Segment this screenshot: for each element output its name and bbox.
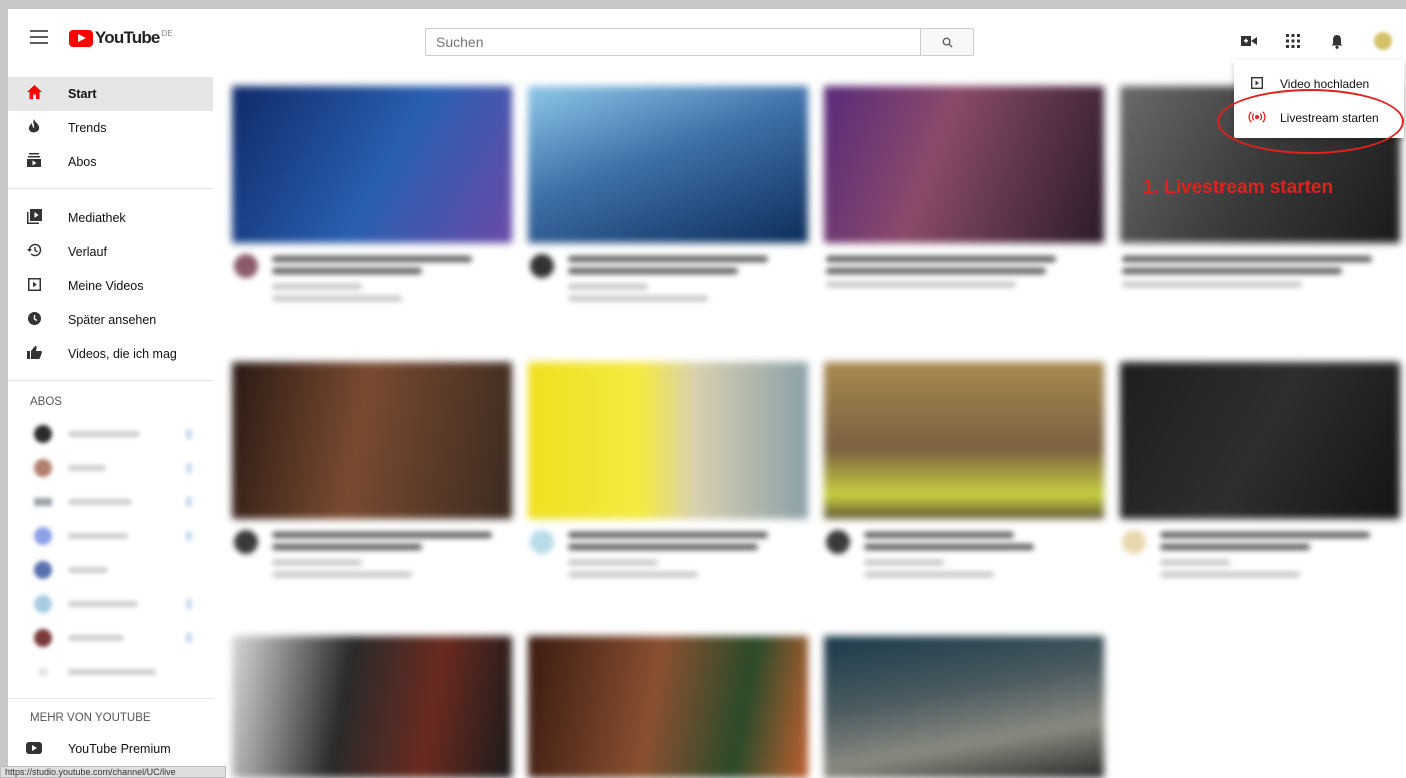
menu-icon[interactable] [30, 30, 48, 44]
video-meta[interactable] [530, 252, 810, 322]
video-thumbnail[interactable] [528, 86, 808, 243]
more-from-youtube-heading: MEHR VON YOUTUBE [30, 712, 151, 724]
history-icon [24, 243, 44, 261]
abos-heading: ABOS [30, 396, 62, 408]
subscription-item[interactable] [28, 457, 208, 479]
sidebar-item-mediathek[interactable]: Mediathek [8, 201, 213, 235]
subscription-item[interactable] [28, 423, 208, 445]
my-videos-icon [24, 277, 44, 295]
search-button[interactable] [920, 28, 974, 56]
logo-text: YouTube [95, 28, 160, 47]
status-bar-url: https://studio.youtube.com/channel/UC/li… [0, 766, 226, 778]
sidebar-divider [8, 380, 213, 381]
sidebar-item-abos[interactable]: Abos [8, 145, 213, 179]
sidebar-item-label: Meine Videos [68, 279, 144, 293]
upload-video-icon [1248, 76, 1266, 92]
video-thumbnail[interactable] [824, 86, 1104, 243]
sidebar-divider [8, 188, 213, 189]
subscription-item[interactable] [28, 559, 208, 581]
video-meta[interactable] [826, 528, 1106, 598]
window-frame-left [0, 9, 8, 778]
sidebar-item-label: Mediathek [68, 211, 126, 225]
video-thumbnail[interactable] [1120, 362, 1400, 519]
video-thumbnail[interactable] [824, 636, 1104, 778]
sidebar-item-label: Verlauf [68, 245, 107, 259]
sidebar-item-videos-ich-mag[interactable]: Videos, die ich mag [8, 337, 213, 371]
watch-later-icon [24, 311, 44, 329]
video-meta[interactable] [1122, 528, 1402, 598]
show-more-subscriptions[interactable] [28, 661, 208, 683]
subscriptions-icon [24, 153, 44, 171]
sidebar-item-spaeter-ansehen[interactable]: Später ansehen [8, 303, 213, 337]
sidebar-item-label: YouTube Premium [68, 742, 171, 756]
sidebar-item-trends[interactable]: Trends [8, 111, 213, 145]
sidebar-item-label: Trends [68, 121, 107, 135]
video-thumbnail[interactable] [528, 362, 808, 519]
sidebar-divider [8, 698, 213, 699]
sidebar-item-label: Später ansehen [68, 313, 157, 327]
window-frame-top [0, 0, 1406, 9]
video-thumbnail[interactable] [232, 86, 512, 243]
video-thumbnail[interactable] [232, 362, 512, 519]
flame-icon [24, 118, 44, 138]
create-video-icon[interactable] [1238, 30, 1260, 52]
apps-grid-icon[interactable] [1282, 30, 1304, 52]
video-thumbnail[interactable] [232, 636, 512, 778]
subscription-item[interactable] [28, 593, 208, 615]
sidebar-item-label: Start [68, 87, 97, 101]
logo-country-code: DE [161, 29, 173, 38]
library-icon [24, 208, 44, 228]
thumbs-up-icon [24, 345, 44, 363]
sidebar-item-verlauf[interactable]: Verlauf [8, 235, 213, 269]
subscription-item[interactable] [28, 627, 208, 649]
sidebar-item-youtube-premium[interactable]: YouTube Premium [8, 732, 213, 766]
search-icon [942, 37, 953, 48]
sidebar-item-label: Videos, die ich mag [68, 347, 177, 361]
subscription-item[interactable] [28, 491, 208, 513]
youtube-premium-icon [24, 741, 44, 758]
subscription-item[interactable] [28, 525, 208, 547]
account-avatar[interactable] [1374, 32, 1392, 50]
video-meta[interactable] [826, 252, 1106, 322]
sidebar-item-start[interactable]: Start [8, 77, 213, 111]
play-logo-icon [69, 29, 93, 47]
video-meta[interactable] [530, 528, 810, 598]
youtube-logo[interactable]: YouTube DE [69, 27, 173, 49]
video-thumbnail[interactable] [528, 636, 808, 778]
sidebar-item-meine-videos[interactable]: Meine Videos [8, 269, 213, 303]
sidebar-item-label: Abos [68, 155, 97, 169]
video-meta[interactable] [1122, 252, 1402, 322]
video-meta[interactable] [234, 528, 514, 598]
video-thumbnail[interactable] [824, 362, 1104, 519]
highlight-ellipse [1217, 89, 1404, 154]
home-icon [24, 85, 44, 103]
masthead: YouTube DE [8, 9, 1406, 66]
notifications-bell-icon[interactable] [1326, 30, 1348, 52]
annotation-label: 1. Livestream starten [1143, 177, 1334, 198]
sidebar: Start Trends Abos Mediathek Verlauf Mein… [8, 66, 213, 778]
search-input[interactable] [425, 28, 920, 56]
video-meta[interactable] [234, 252, 514, 322]
